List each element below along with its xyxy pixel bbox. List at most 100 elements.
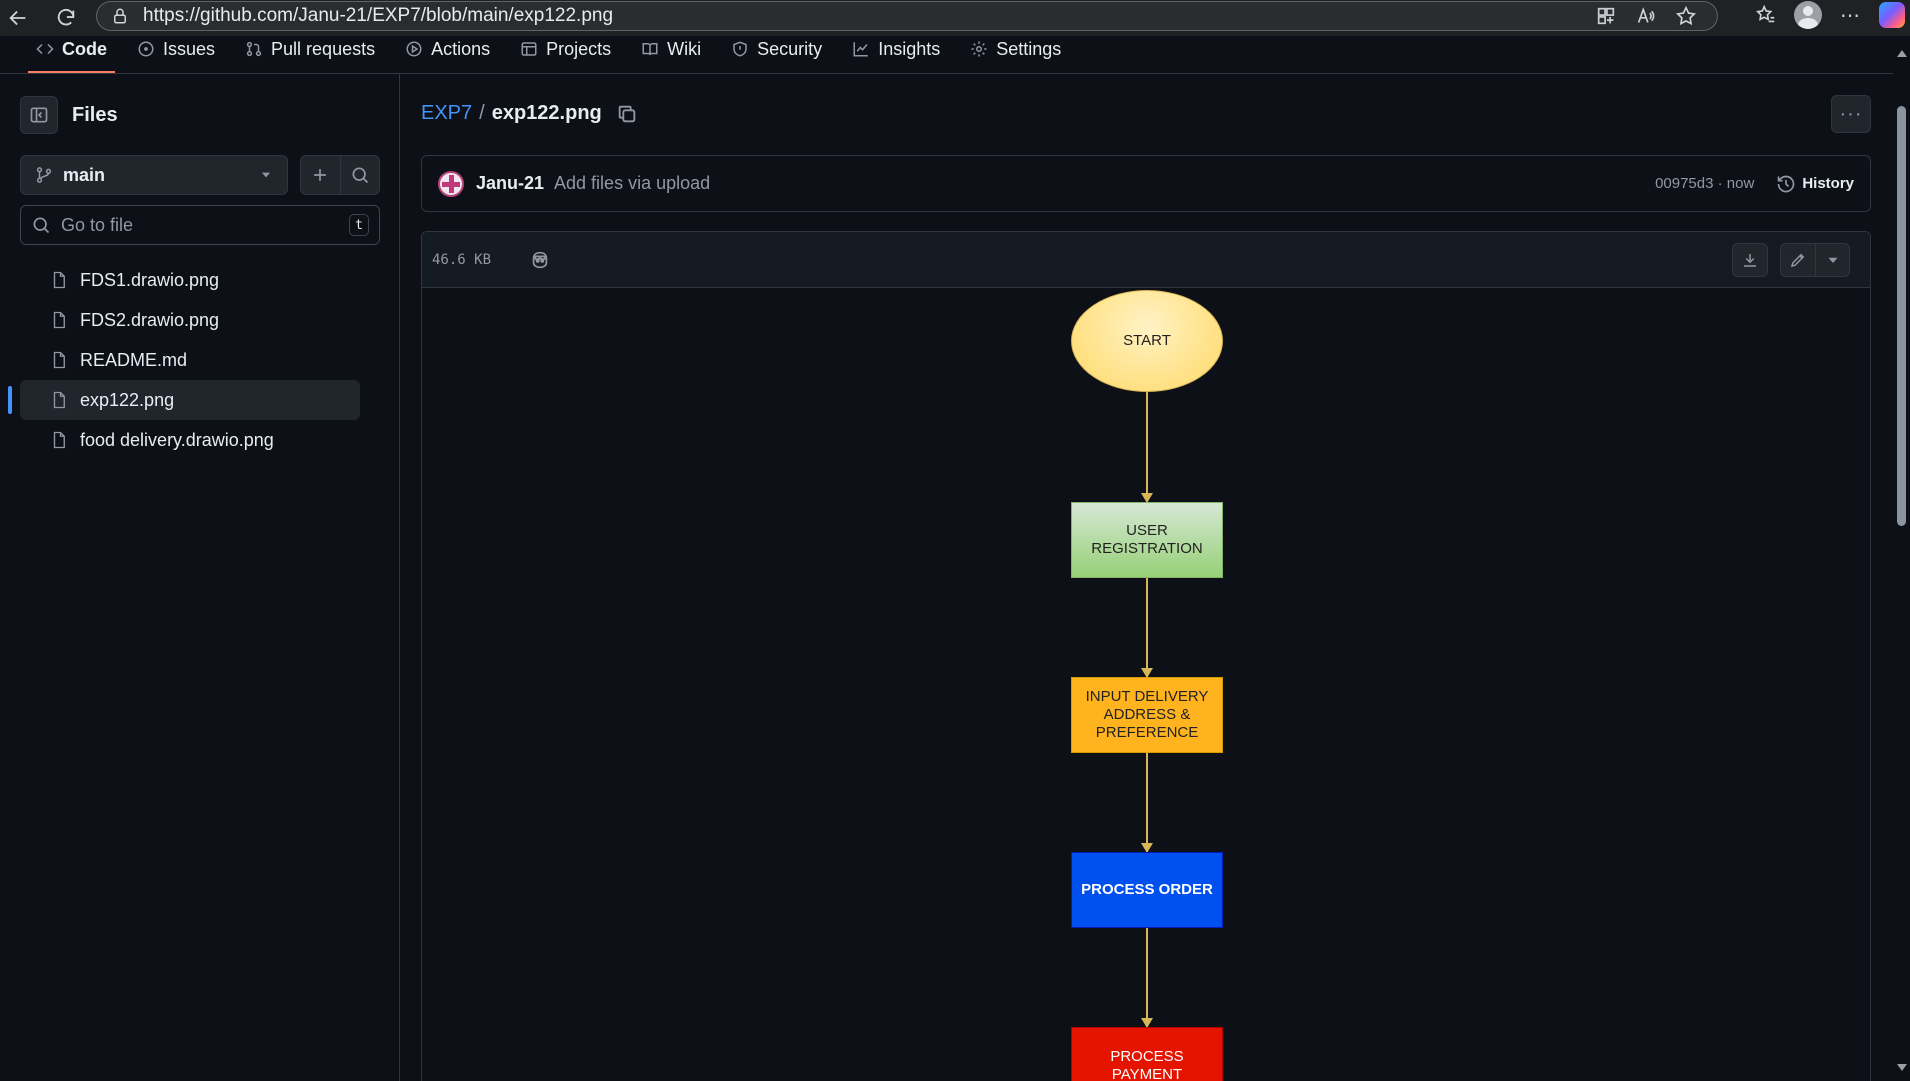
tab-insights[interactable]: Insights (844, 32, 948, 66)
edit-button-group (1780, 242, 1850, 277)
file-item[interactable]: README.md (20, 340, 360, 380)
file-item-selected[interactable]: exp122.png (8, 380, 360, 420)
go-to-file-input[interactable]: Go to file t (20, 205, 380, 245)
tab-label: Insights (878, 38, 941, 59)
flowchart-image: START USER REGISTRATION INPUT DELIVERY A… (422, 288, 1870, 1081)
edit-button[interactable] (1781, 244, 1815, 276)
code-icon (36, 43, 54, 55)
more-options-icon[interactable]: ⋯ (1836, 1, 1864, 29)
caret-down-icon (261, 172, 271, 178)
file-name: exp122.png (80, 389, 175, 410)
go-to-file-placeholder: Go to file (61, 214, 134, 235)
keyboard-shortcut: t (349, 214, 369, 236)
file-list: FDS1.drawio.png FDS2.drawio.png README.m… (8, 260, 360, 460)
flow-arrow (1141, 753, 1153, 853)
copy-path-icon[interactable] (616, 103, 638, 125)
browser-toolbar: https://github.com/Janu-21/EXP7/blob/mai… (0, 0, 1910, 36)
profile-avatar[interactable] (1794, 1, 1822, 29)
tab-wiki[interactable]: Wiki (633, 32, 709, 66)
repo-nav: Code Issues Pull requests Actions Projec… (0, 36, 1893, 74)
pencil-icon (1790, 253, 1805, 267)
tab-label: Security (757, 38, 823, 59)
history-icon (1777, 175, 1795, 192)
breadcrumb: EXP7 / exp122.png (421, 102, 638, 125)
tab-label: Code (62, 38, 107, 59)
file-icon (53, 351, 65, 369)
copilot-icon[interactable] (1878, 1, 1906, 29)
tab-projects[interactable]: Projects (512, 32, 619, 66)
reload-icon[interactable] (48, 3, 84, 33)
history-label: History (1802, 175, 1854, 192)
history-button[interactable]: History (1776, 174, 1854, 194)
copilot-icon[interactable] (529, 249, 551, 271)
page-scrollbar[interactable] (1893, 36, 1910, 1081)
file-icon (53, 271, 65, 289)
tab-issues[interactable]: Issues (129, 32, 223, 66)
file-size: 46.6 KB (432, 251, 492, 268)
author-avatar[interactable] (438, 170, 464, 197)
flow-payment-node: PROCESS PAYMENT (1071, 1027, 1223, 1081)
back-icon[interactable] (0, 3, 36, 33)
breadcrumb-file-name: exp122.png (491, 102, 602, 124)
breadcrumb-repo-link[interactable]: EXP7 (421, 102, 472, 125)
file-item[interactable]: food delivery.drawio.png (20, 420, 360, 460)
caret-down-icon (1828, 257, 1837, 263)
tab-label: Pull requests (271, 38, 376, 59)
scroll-up-arrow[interactable] (1897, 50, 1907, 57)
edit-dropdown-button[interactable] (1815, 243, 1849, 276)
favorite-star-icon[interactable] (1672, 2, 1700, 30)
file-name: FDS2.drawio.png (80, 309, 220, 330)
commit-sha-time[interactable]: 00975d3 · now (1655, 175, 1754, 192)
issue-icon (138, 41, 154, 57)
file-icon (53, 311, 65, 329)
graph-icon (853, 42, 868, 57)
tab-settings[interactable]: Settings (962, 32, 1069, 66)
file-viewer: 46.6 KB START USER REGISTRATION INPUT DE… (421, 231, 1871, 1081)
download-icon (1744, 253, 1756, 267)
table-icon (521, 42, 537, 56)
scrollbar-thumb[interactable] (1897, 106, 1906, 526)
pull-request-icon (246, 41, 262, 57)
file-icon (53, 431, 65, 449)
tab-pull-requests[interactable]: Pull requests (237, 32, 383, 66)
tab-label: Projects (546, 38, 612, 59)
shield-icon (733, 41, 747, 57)
commit-message[interactable]: Add files via upload (554, 173, 710, 194)
url-text: https://github.com/Janu-21/EXP7/blob/mai… (143, 5, 614, 26)
tab-actions[interactable]: Actions (397, 32, 498, 66)
read-aloud-icon[interactable] (1632, 2, 1660, 30)
tab-label: Issues (163, 38, 216, 59)
more-actions-button[interactable]: ··· (1831, 95, 1871, 133)
search-files-button[interactable] (339, 156, 380, 194)
scroll-down-arrow[interactable] (1897, 1064, 1907, 1071)
viewer-header: 46.6 KB (422, 232, 1870, 288)
kebab-icon: ··· (1839, 102, 1863, 125)
file-item[interactable]: FDS1.drawio.png (20, 260, 360, 300)
commit-author[interactable]: Janu-21 (476, 173, 544, 194)
flow-start-node: START (1071, 290, 1223, 392)
flow-address-node: INPUT DELIVERY ADDRESS & PREFERENCE (1071, 677, 1223, 753)
apps-icon[interactable] (1592, 2, 1620, 30)
branch-name: main (63, 164, 106, 185)
file-actions-group (300, 155, 380, 195)
flow-registration-node: USER REGISTRATION (1071, 502, 1223, 578)
files-title: Files (72, 103, 118, 126)
book-icon (642, 43, 658, 56)
search-icon (352, 167, 368, 184)
tab-code[interactable]: Code (28, 32, 115, 73)
download-raw-button[interactable] (1732, 242, 1768, 277)
address-bar[interactable]: https://github.com/Janu-21/EXP7/blob/mai… (96, 1, 1718, 31)
flow-arrow (1141, 578, 1153, 678)
latest-commit-bar: Janu-21 Add files via upload 00975d3 · n… (421, 155, 1871, 212)
search-icon (33, 217, 50, 234)
file-tree-sidebar: Files main Go to file t FDS1.drawio.png … (0, 74, 400, 1081)
branch-selector[interactable]: main (20, 155, 288, 195)
tab-security[interactable]: Security (723, 32, 830, 66)
collapse-sidebar-button[interactable] (20, 96, 58, 134)
favorites-icon[interactable] (1752, 1, 1780, 29)
add-file-button[interactable] (301, 156, 340, 194)
tab-label: Actions (431, 38, 491, 59)
file-name: README.md (80, 349, 188, 370)
file-item[interactable]: FDS2.drawio.png (20, 300, 360, 340)
tab-label: Settings (996, 38, 1062, 59)
